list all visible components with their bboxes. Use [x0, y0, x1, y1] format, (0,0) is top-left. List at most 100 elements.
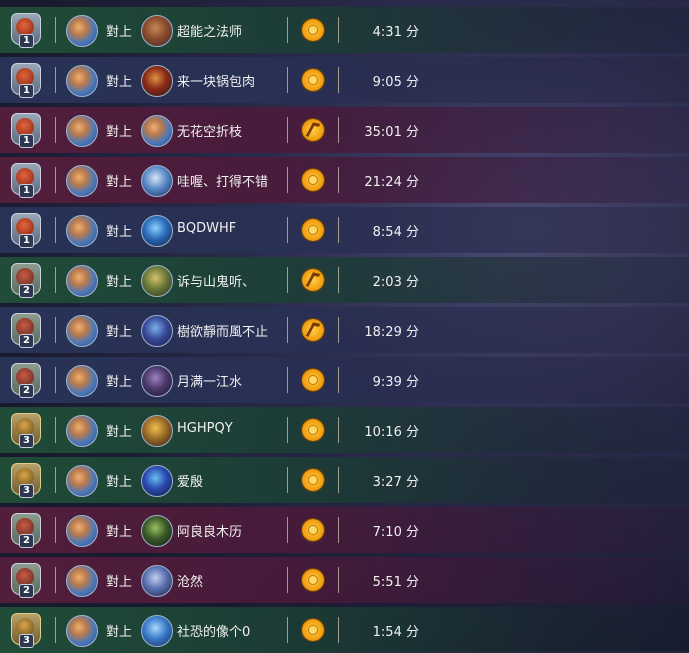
player-hero-portrait-icon: [66, 365, 98, 397]
opponent-name: 社恐的像个0: [177, 625, 251, 640]
duration-value: 2:03: [372, 275, 402, 290]
match-duration: 5:51 分: [373, 571, 419, 590]
vs-label: 對上: [106, 475, 133, 490]
divider: [55, 517, 56, 543]
opponent-name: HGHPQY: [177, 421, 233, 436]
divider: [55, 167, 56, 193]
vs-label: 對上: [106, 75, 133, 90]
divider: [287, 167, 288, 193]
opponent-name: 无花空折枝: [177, 125, 243, 140]
divider: [338, 617, 339, 643]
divider: [338, 67, 339, 93]
match-duration: 9:39 分: [373, 371, 419, 390]
duration-value: 9:39: [372, 375, 402, 390]
standard-mode-icon: [302, 69, 324, 91]
vs-label: 對上: [106, 425, 133, 440]
standard-mode-icon: [302, 169, 324, 191]
duration-unit: 分: [405, 475, 419, 490]
rank-badge-icon: 1: [8, 163, 42, 198]
divider: [55, 217, 56, 243]
rank-badge-icon: 2: [8, 563, 42, 598]
rank-badge-icon: 1: [8, 13, 42, 48]
divider: [287, 17, 288, 43]
duration-value: 3:27: [372, 475, 402, 490]
match-row[interactable]: 2 對上 诉与山鬼听、 2:03 分: [0, 257, 689, 303]
divider: [338, 167, 339, 193]
duration-unit: 分: [405, 275, 419, 290]
standard-mode-icon: [302, 619, 324, 641]
vs-label: 對上: [106, 275, 133, 290]
divider: [55, 567, 56, 593]
rank-badge-icon: 3: [8, 463, 42, 498]
divider: [55, 317, 56, 343]
match-duration: 1:54 分: [373, 621, 419, 640]
divider: [55, 17, 56, 43]
divider: [287, 567, 288, 593]
rank-number: 1: [19, 134, 34, 148]
divider: [338, 467, 339, 493]
divider: [287, 467, 288, 493]
match-row[interactable]: 2 對上 沧然 5:51 分: [0, 557, 689, 603]
divider: [338, 317, 339, 343]
match-row[interactable]: 1 對上 哇喔、打得不错 21:24 分: [0, 157, 689, 203]
opponent-hero-portrait-icon: [141, 615, 173, 647]
divider: [287, 67, 288, 93]
duration-unit: 分: [405, 225, 419, 240]
standard-mode-icon: [302, 419, 324, 441]
player-hero-portrait-icon: [66, 15, 98, 47]
match-duration: 4:31 分: [373, 21, 419, 40]
divider: [55, 117, 56, 143]
player-hero-portrait-icon: [66, 415, 98, 447]
duration-value: 35:01: [364, 125, 402, 140]
opponent-hero-portrait-icon: [141, 365, 173, 397]
vs-label: 對上: [106, 625, 133, 640]
match-duration: 2:03 分: [373, 271, 419, 290]
player-hero-portrait-icon: [66, 515, 98, 547]
duration-unit: 分: [405, 75, 419, 90]
duration-unit: 分: [405, 625, 419, 640]
player-hero-portrait-icon: [66, 265, 98, 297]
player-hero-portrait-icon: [66, 315, 98, 347]
match-row[interactable]: 3 對上 社恐的像个0 1:54 分: [0, 607, 689, 653]
rank-badge-icon: 1: [8, 63, 42, 98]
divider: [287, 417, 288, 443]
player-hero-portrait-icon: [66, 165, 98, 197]
rank-badge-icon: 2: [8, 513, 42, 548]
player-hero-portrait-icon: [66, 465, 98, 497]
divider: [338, 567, 339, 593]
opponent-hero-portrait-icon: [141, 315, 173, 347]
duration-unit: 分: [405, 425, 419, 440]
match-duration: 21:24 分: [364, 171, 419, 190]
rank-number: 2: [19, 284, 34, 298]
player-hero-portrait-icon: [66, 615, 98, 647]
player-hero-portrait-icon: [66, 565, 98, 597]
rank-badge-icon: 1: [8, 113, 42, 148]
rank-number: 1: [19, 84, 34, 98]
divider: [287, 317, 288, 343]
duration-value: 5:51: [372, 575, 402, 590]
match-row[interactable]: 2 對上 樹欲靜而風不止 18:29 分: [0, 307, 689, 353]
duration-value: 18:29: [364, 325, 402, 340]
rank-number: 2: [19, 384, 34, 398]
match-row[interactable]: 1 對上 无花空折枝 35:01 分: [0, 107, 689, 153]
duration-unit: 分: [405, 325, 419, 340]
rank-number: 2: [19, 534, 34, 548]
divider: [287, 217, 288, 243]
rank-number: 3: [19, 484, 34, 498]
player-hero-portrait-icon: [66, 215, 98, 247]
match-row[interactable]: 2 對上 阿良良木历 7:10 分: [0, 507, 689, 553]
match-row[interactable]: 1 對上 BQDWHF 8:54 分: [0, 207, 689, 253]
rank-number: 1: [19, 34, 34, 48]
match-row[interactable]: 3 對上 爱殷 3:27 分: [0, 457, 689, 503]
match-row[interactable]: 1 對上 来一块锅包肉 9:05 分: [0, 57, 689, 103]
standard-mode-icon: [302, 469, 324, 491]
rank-number: 2: [19, 584, 34, 598]
opponent-hero-portrait-icon: [141, 415, 173, 447]
opponent-name: BQDWHF: [177, 221, 237, 236]
match-row[interactable]: 2 對上 月满一江水 9:39 分: [0, 357, 689, 403]
match-duration: 35:01 分: [364, 121, 419, 140]
match-duration: 7:10 分: [373, 521, 419, 540]
match-row[interactable]: 1 對上 超能之法师 4:31 分: [0, 7, 689, 53]
vs-label: 對上: [106, 375, 133, 390]
match-row[interactable]: 3 對上 HGHPQY 10:16 分: [0, 407, 689, 453]
